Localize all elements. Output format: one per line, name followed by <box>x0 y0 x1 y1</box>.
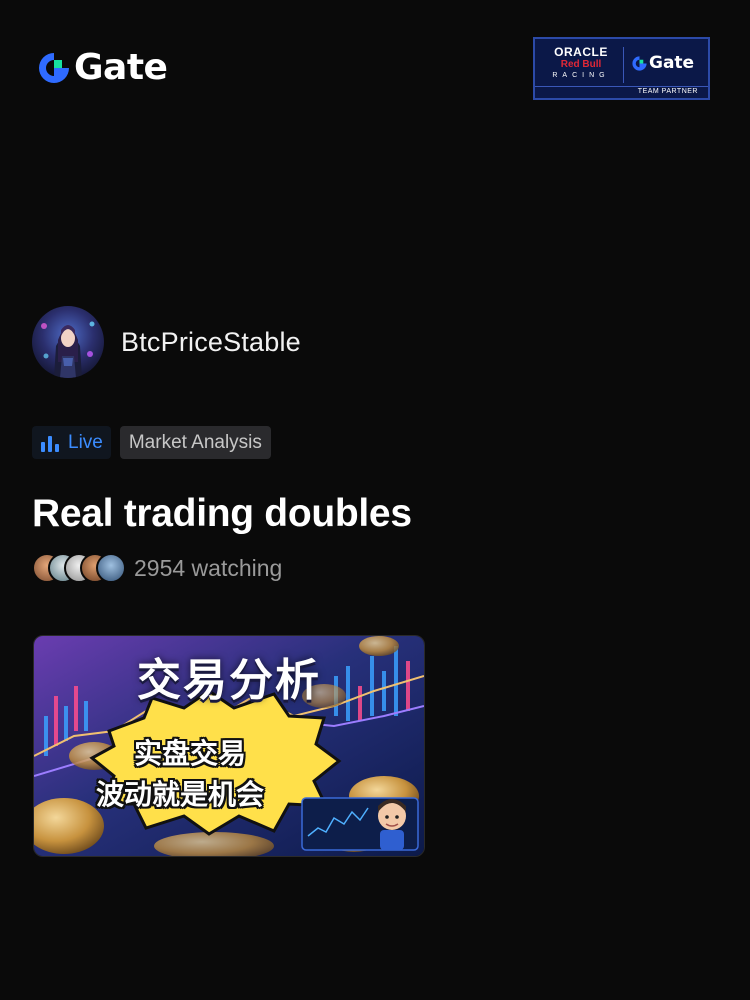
host-profile[interactable]: BtcPriceStable <box>32 306 301 378</box>
viewer-avatars <box>32 553 126 583</box>
live-label: Live <box>68 431 103 453</box>
category-label: Market Analysis <box>128 431 262 453</box>
stream-thumbnail[interactable]: 交易分析 实盘交易 波动就是机会 <box>33 635 425 857</box>
brand-name: Gate <box>74 47 168 88</box>
partner-strip: TEAM PARTNER <box>535 86 708 98</box>
bar-chart-icon <box>41 435 59 452</box>
live-badge: Live <box>32 426 111 459</box>
red-bull-text: Red Bull <box>560 59 602 70</box>
partner-gate-text: Gate <box>649 53 695 73</box>
partner-divider <box>623 47 624 83</box>
gate-logo-icon <box>39 53 69 83</box>
oracle-red-bull-racing-logo: ORACLE Red Bull RACING <box>543 45 619 81</box>
team-partner-caption: TEAM PARTNER <box>637 88 698 95</box>
racing-text: RACING <box>552 72 610 79</box>
host-name[interactable]: BtcPriceStable <box>121 327 301 358</box>
stream-tags: Live Market Analysis <box>32 426 271 459</box>
thumbnail-line-1: 实盘交易 <box>134 737 247 770</box>
viewer-count: 2954 watching <box>32 553 282 583</box>
category-tag[interactable]: Market Analysis <box>119 426 271 459</box>
gate-logo-icon <box>632 55 647 71</box>
avatar[interactable] <box>32 306 104 378</box>
gate-logo: Gate <box>36 47 168 88</box>
thumbnail-headline: 交易分析 <box>137 655 321 706</box>
partner-gate-logo: Gate <box>631 53 694 73</box>
avatar-anime-character <box>41 321 95 378</box>
partner-badge: ORACLE Red Bull RACING Gate TEAM PARTNER <box>533 37 710 100</box>
thumbnail-line-2: 波动就是机会 <box>96 778 265 811</box>
viewer-avatar <box>96 553 126 583</box>
watching-count: 2954 watching <box>134 554 283 581</box>
stream-title: Real trading doubles <box>32 492 412 535</box>
live-stream-card: Gate ORACLE Red Bull RACING Gate TEAM PA… <box>0 0 750 1000</box>
oracle-text: ORACLE <box>554 45 608 59</box>
